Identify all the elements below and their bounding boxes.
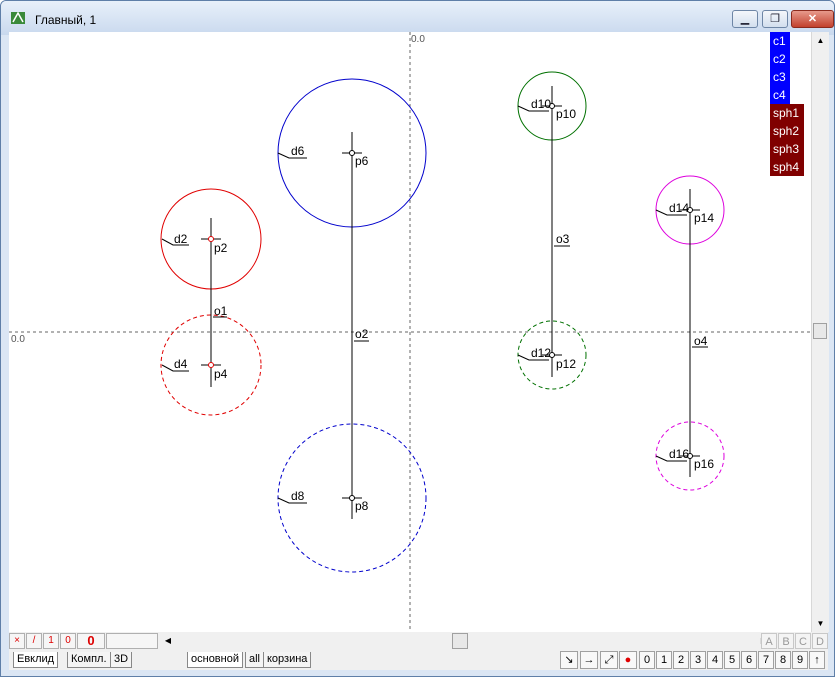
label-d2: d2 (174, 232, 188, 246)
legend-sph1[interactable]: sph1 (770, 104, 804, 122)
legend-sph2[interactable]: sph2 (770, 122, 804, 140)
drawing-canvas[interactable]: 0.0 0.0 d2 p2 o1 d4 p4 d6 p6 o2 d8 p8 d1… (9, 32, 811, 632)
title-bar: Главный, 1 ▁ ❐ ✕ (1, 1, 834, 35)
number-3-button[interactable]: 3 (690, 651, 706, 669)
label-d6: d6 (291, 144, 305, 158)
legend-c4[interactable]: c4 (770, 86, 790, 104)
view-d-button[interactable]: D (812, 633, 828, 649)
scroll-left-icon[interactable]: ◀ (160, 633, 176, 649)
record-tool-icon[interactable]: ● (619, 651, 637, 669)
label-d14: d14 (669, 201, 689, 215)
arrow-tool-icon[interactable]: → (580, 651, 598, 669)
tab-3d[interactable]: 3D (110, 652, 133, 668)
label-p14: p14 (694, 211, 714, 225)
label-p2: p2 (214, 241, 228, 255)
legend-c3[interactable]: c3 (770, 68, 790, 86)
point-p6-marker (349, 150, 355, 156)
close-button[interactable]: ✕ (791, 10, 834, 28)
point-p8-marker (349, 495, 355, 501)
legend-sph3[interactable]: sph3 (770, 140, 804, 158)
number-5-button[interactable]: 5 (724, 651, 740, 669)
point-p4-marker (208, 362, 214, 368)
label-p12: p12 (556, 357, 576, 371)
delete-button[interactable]: × (9, 633, 25, 649)
vertical-scroll-thumb[interactable] (813, 323, 827, 339)
counter-display: 0 (77, 633, 105, 649)
number-4-button[interactable]: 4 (707, 651, 723, 669)
legend-c1[interactable]: c1 (770, 32, 790, 50)
tab-kompl[interactable]: Компл. (67, 652, 111, 668)
x-origin-label: 0.0 (411, 34, 425, 45)
view-a-button[interactable]: A (761, 633, 777, 649)
resize-tool-icon[interactable]: ⤢ (600, 651, 618, 669)
view-b-button[interactable]: B (778, 633, 794, 649)
tabs-bar: Евклид Компл. 3D основной all корзина ↘ … (9, 650, 828, 670)
vertical-scrollbar[interactable]: ▲ ▼ (811, 32, 829, 632)
tab-evklid[interactable]: Евклид (13, 652, 59, 668)
horizontal-scrollbar[interactable]: ◀ ▶ (160, 633, 772, 649)
label-o4: o4 (694, 334, 708, 348)
connect-tool-icon[interactable]: ↘ (560, 651, 578, 669)
number-7-button[interactable]: 7 (758, 651, 774, 669)
number-9-button[interactable]: 9 (792, 651, 808, 669)
view-c-button[interactable]: C (795, 633, 811, 649)
mode-1-button[interactable]: 1 (43, 633, 59, 649)
y-origin-label: 0.0 (11, 334, 25, 345)
maximize-button[interactable]: ❐ (762, 10, 788, 28)
legend-c2[interactable]: c2 (770, 50, 790, 68)
label-p16: p16 (694, 457, 714, 471)
status-bar: × / 1 0 0 ◀ ▶ A B C D (9, 632, 828, 650)
label-o1: o1 (214, 304, 228, 318)
status-field (106, 633, 158, 649)
tab-korzina[interactable]: корзина (263, 652, 312, 668)
drawing-svg[interactable]: 0.0 0.0 d2 p2 o1 d4 p4 d6 p6 o2 d8 p8 d1… (9, 32, 811, 632)
main-window: Главный, 1 ▁ ❐ ✕ 0.0 0.0 d2 p2 o1 d4 p4 … (0, 0, 835, 677)
legend-sph4[interactable]: sph4 (770, 158, 804, 176)
label-d16: d16 (669, 447, 689, 461)
label-p8: p8 (355, 499, 369, 513)
number-8-button[interactable]: 8 (775, 651, 791, 669)
scroll-down-icon[interactable]: ▼ (812, 615, 829, 632)
number-2-button[interactable]: 2 (673, 651, 689, 669)
number-6-button[interactable]: 6 (741, 651, 757, 669)
label-o3: o3 (556, 232, 570, 246)
horizontal-scroll-thumb[interactable] (452, 633, 468, 649)
label-d12: d12 (531, 346, 551, 360)
point-p2-marker (208, 236, 214, 242)
up-arrow-button[interactable]: ↑ (809, 651, 825, 669)
mode-0-button[interactable]: 0 (60, 633, 76, 649)
tab-osnovnoy[interactable]: основной (187, 652, 243, 668)
label-d8: d8 (291, 489, 305, 503)
tab-all[interactable]: all (245, 652, 265, 668)
number-1-button[interactable]: 1 (656, 651, 672, 669)
label-p10: p10 (556, 107, 576, 121)
label-o2: o2 (355, 327, 369, 341)
number-0-button[interactable]: 0 (639, 651, 655, 669)
label-p4: p4 (214, 367, 228, 381)
scroll-up-icon[interactable]: ▲ (812, 32, 829, 49)
minimize-button[interactable]: ▁ (732, 10, 758, 28)
window-title: Главный, 1 (35, 13, 97, 27)
label-p6: p6 (355, 154, 369, 168)
label-d10: d10 (531, 97, 551, 111)
line-mode-button[interactable]: / (26, 633, 42, 649)
app-icon (11, 11, 25, 24)
label-d4: d4 (174, 357, 188, 371)
